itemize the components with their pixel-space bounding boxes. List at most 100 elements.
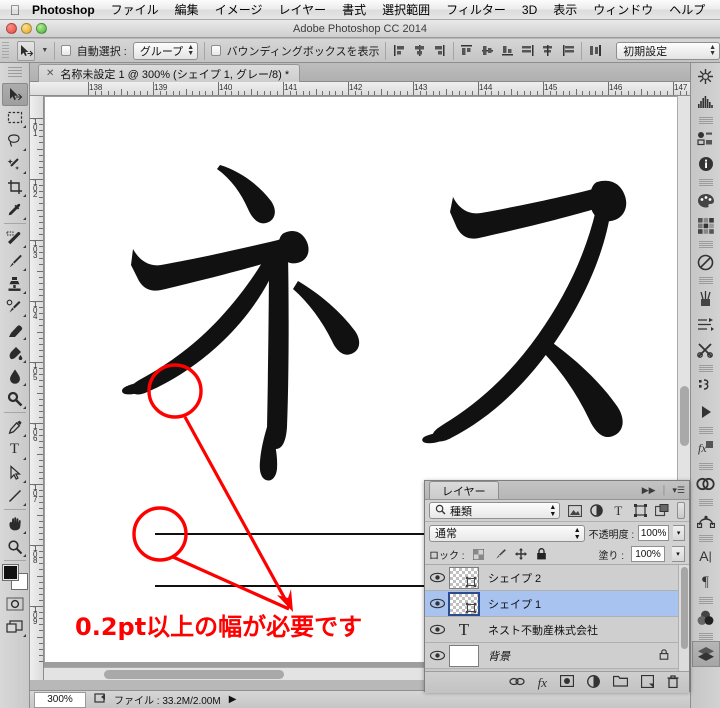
auto-select-scope-dropdown[interactable]: グループ ▲ ▼: [132, 41, 199, 60]
layer-visibility-toggle[interactable]: [425, 598, 449, 609]
tab-layers[interactable]: レイヤー: [429, 481, 499, 499]
paragraph-icon[interactable]: ¶: [692, 569, 720, 595]
table-row[interactable]: シェイプ 1: [425, 591, 689, 617]
chevron-right-icon[interactable]: ▶: [229, 694, 237, 705]
layer-name[interactable]: シェイプ 2: [488, 570, 541, 586]
dock-group-grip[interactable]: [698, 499, 713, 506]
info-icon[interactable]: [692, 151, 720, 177]
layer-thumbnail[interactable]: [449, 644, 479, 667]
crop-tool[interactable]: [2, 175, 28, 198]
rectangular-marquee-tool[interactable]: [2, 106, 28, 129]
brush-settings-icon[interactable]: [692, 311, 720, 337]
current-tool-icon[interactable]: [16, 40, 36, 61]
path-selection-tool[interactable]: [2, 461, 28, 484]
eyedropper-tool[interactable]: [2, 198, 28, 221]
blend-mode-dropdown[interactable]: 通常 ▲ ▼: [429, 524, 585, 542]
dock-group-grip[interactable]: [698, 597, 713, 604]
tool-preset-chevron-icon[interactable]: ▼: [41, 47, 48, 54]
smart-object-filter-icon[interactable]: [655, 503, 670, 519]
dock-group-grip[interactable]: [698, 277, 713, 284]
align-right-edges-icon[interactable]: [433, 42, 447, 60]
fill-stepper[interactable]: ▾: [672, 546, 685, 562]
table-row[interactable]: T ネスト不動産株式会社: [425, 617, 689, 643]
align-bottom-edges-icon[interactable]: [500, 42, 514, 60]
menu-item-photoshop[interactable]: Photoshop: [24, 0, 103, 20]
align-top-edges-icon[interactable]: [460, 42, 474, 60]
scrollbar-thumb[interactable]: [681, 567, 688, 649]
lock-transparent-pixels-icon[interactable]: [472, 547, 486, 561]
proof-colors-icon[interactable]: [94, 692, 106, 707]
blur-tool[interactable]: [2, 364, 28, 387]
distribute-center-icon[interactable]: [541, 42, 555, 60]
layer-list-scrollbar[interactable]: [678, 565, 689, 671]
gradient-tool[interactable]: [2, 341, 28, 364]
lasso-tool[interactable]: [2, 129, 28, 152]
menu-item-view[interactable]: 表示: [545, 0, 585, 20]
lock-all-icon[interactable]: [535, 547, 549, 561]
zoom-level-field[interactable]: 300%: [34, 691, 86, 708]
layer-name[interactable]: シェイプ 1: [488, 596, 541, 612]
align-horizontal-centers-icon[interactable]: [413, 42, 427, 60]
menu-item-layer[interactable]: レイヤー: [270, 0, 334, 20]
swatches-icon[interactable]: [692, 213, 720, 239]
layer-visibility-toggle[interactable]: [425, 624, 449, 635]
layer-thumbnail[interactable]: [449, 566, 479, 589]
document-tab[interactable]: ✕ 名称未設定 1 @ 300% (シェイプ 1, グレー/8) *: [38, 64, 301, 82]
menu-item-select[interactable]: 選択範囲: [374, 0, 438, 20]
type-tool[interactable]: T: [2, 438, 28, 461]
menu-item-type[interactable]: 書式: [334, 0, 374, 20]
layer-name[interactable]: ネスト不動産株式会社: [488, 622, 598, 638]
layer-visibility-toggle[interactable]: [425, 650, 449, 661]
pixel-layer-filter-icon[interactable]: [567, 503, 582, 519]
auto-select-checkbox[interactable]: [61, 45, 71, 56]
properties-icon[interactable]: [692, 125, 720, 151]
screen-mode-icon[interactable]: [2, 615, 28, 638]
eraser-tool[interactable]: [2, 318, 28, 341]
actions-icon[interactable]: [692, 373, 720, 399]
fill-field[interactable]: 100%: [631, 546, 665, 562]
scrollbar-thumb[interactable]: [104, 670, 284, 679]
table-row[interactable]: シェイプ 2: [425, 565, 689, 591]
color-icon[interactable]: [692, 187, 720, 213]
clone-stamp-tool[interactable]: [2, 272, 28, 295]
hand-tool[interactable]: [2, 512, 28, 535]
paths-icon[interactable]: [692, 507, 720, 533]
layer-filter-dropdown[interactable]: 種類 ▲ ▼: [429, 502, 561, 519]
menu-item-image[interactable]: イメージ: [207, 0, 271, 20]
layer-name[interactable]: 背景: [488, 648, 510, 664]
tool-presets-icon[interactable]: [692, 337, 720, 363]
align-left-edges-icon[interactable]: [392, 42, 406, 60]
panel-menu-icon[interactable]: ▾☰: [672, 485, 685, 496]
channels-icon[interactable]: [692, 605, 720, 631]
adjustments-icon[interactable]: [692, 249, 720, 275]
lock-position-icon[interactable]: [514, 547, 528, 561]
brush-presets-icon[interactable]: [692, 285, 720, 311]
quick-selection-tool[interactable]: [2, 152, 28, 175]
menu-item-filter[interactable]: フィルター: [438, 0, 514, 20]
move-tool[interactable]: [1, 83, 28, 106]
new-layer-icon[interactable]: [640, 674, 655, 691]
close-icon[interactable]: ✕: [46, 68, 54, 79]
align-vertical-centers-icon[interactable]: [480, 42, 494, 60]
dock-group-grip[interactable]: [698, 633, 713, 640]
apple-icon[interactable]: : [6, 3, 24, 17]
timeline-play-icon[interactable]: [692, 399, 720, 425]
vertical-ruler[interactable]: 101102103104105106107108109: [30, 96, 44, 680]
table-row[interactable]: 背景: [425, 643, 689, 669]
opacity-stepper[interactable]: ▾: [673, 525, 685, 541]
spot-healing-brush-tool[interactable]: [2, 226, 28, 249]
dock-group-grip[interactable]: [698, 117, 713, 124]
pen-tool[interactable]: [2, 415, 28, 438]
history-icon[interactable]: [692, 63, 720, 89]
line-tool[interactable]: [2, 484, 28, 507]
quick-mask-icon[interactable]: [2, 592, 28, 615]
link-layers-icon[interactable]: [508, 676, 525, 690]
horizontal-ruler[interactable]: 138 139 140 141 142 143 144 145 146 147: [30, 82, 690, 96]
new-group-icon[interactable]: [612, 675, 629, 690]
add-layer-mask-icon[interactable]: [559, 674, 575, 690]
histogram-icon[interactable]: [692, 89, 720, 115]
dock-group-grip[interactable]: [698, 365, 713, 372]
lock-image-pixels-icon[interactable]: [493, 547, 507, 561]
dock-group-grip[interactable]: [698, 241, 713, 248]
character-icon[interactable]: A |: [692, 543, 720, 569]
